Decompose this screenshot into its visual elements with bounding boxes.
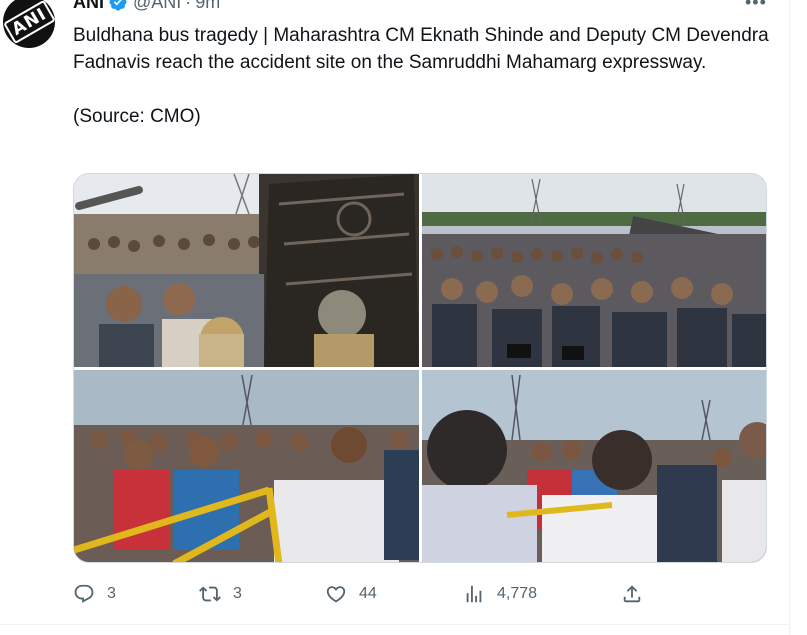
tweet-photo-3[interactable] xyxy=(74,370,419,562)
tweet-timestamp[interactable]: 9m xyxy=(195,0,220,13)
tweet-photo-4[interactable] xyxy=(422,370,766,562)
tweet-actions: 3 3 44 4,778 xyxy=(73,580,653,608)
share-icon xyxy=(623,585,641,603)
author-handle[interactable]: @ANI xyxy=(133,0,181,13)
tweet-divider xyxy=(0,624,790,625)
share-button[interactable] xyxy=(621,580,643,608)
retweet-icon xyxy=(199,586,221,602)
tweet-photo-2[interactable] xyxy=(422,174,766,367)
like-count: 44 xyxy=(359,585,377,602)
tweet-header: ANI @ANI · 9m xyxy=(73,0,220,13)
retweet-button[interactable]: 3 xyxy=(199,580,242,608)
author-name[interactable]: ANI xyxy=(73,0,104,13)
tweet-photo-1[interactable] xyxy=(74,174,419,367)
media-grid xyxy=(73,173,767,563)
views-icon xyxy=(466,585,482,603)
reply-icon xyxy=(74,584,94,603)
header-separator: · xyxy=(185,0,192,12)
tweet-text: Buldhana bus tragedy | Maharashtra CM Ek… xyxy=(73,25,769,127)
avatar-logo: ANI xyxy=(3,0,55,45)
like-button[interactable]: 44 xyxy=(325,580,377,608)
more-icon[interactable]: ••• xyxy=(745,0,767,13)
reply-count: 3 xyxy=(107,585,116,602)
avatar[interactable]: ANI xyxy=(3,0,55,48)
heart-icon xyxy=(326,586,346,603)
verified-badge-icon[interactable] xyxy=(108,0,128,12)
reply-button[interactable]: 3 xyxy=(73,580,116,608)
views-button[interactable]: 4,778 xyxy=(463,580,537,608)
timeline-right-border xyxy=(789,0,790,635)
retweet-count: 3 xyxy=(233,585,242,602)
view-count: 4,778 xyxy=(497,585,538,602)
